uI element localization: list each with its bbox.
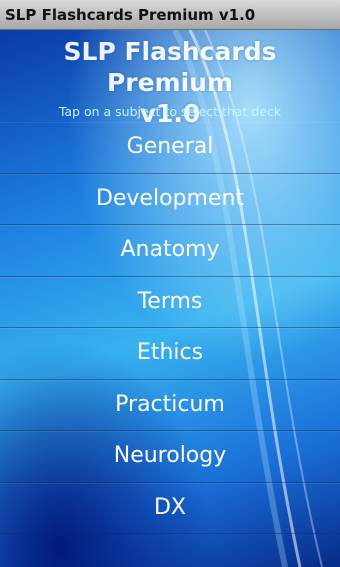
window-title: SLP Flashcards Premium v1.0 bbox=[5, 6, 256, 24]
menu-item-neurology[interactable]: Neurology bbox=[0, 431, 340, 483]
menu-item-anatomy[interactable]: Anatomy bbox=[0, 225, 340, 277]
window-title-bar: SLP Flashcards Premium v1.0 bbox=[0, 0, 340, 30]
instruction-text: Tap on a subject to select that deck bbox=[58, 104, 282, 119]
app-screen: SLP Flashcards Premium v1.0 Tap on a sub… bbox=[0, 30, 340, 567]
menu-item-ethics[interactable]: Ethics bbox=[0, 328, 340, 380]
menu-item-practicum[interactable]: Practicum bbox=[0, 380, 340, 431]
menu-item-general[interactable]: General bbox=[0, 122, 340, 174]
app-title-line1: SLP Flashcards Premium bbox=[63, 37, 277, 97]
menu-item-development[interactable]: Development bbox=[0, 174, 340, 225]
menu-item-terms[interactable]: Terms bbox=[0, 277, 340, 328]
menu-item-dx[interactable]: DX bbox=[0, 483, 340, 534]
subject-menu: General Development Anatomy Terms Ethics… bbox=[0, 122, 340, 534]
